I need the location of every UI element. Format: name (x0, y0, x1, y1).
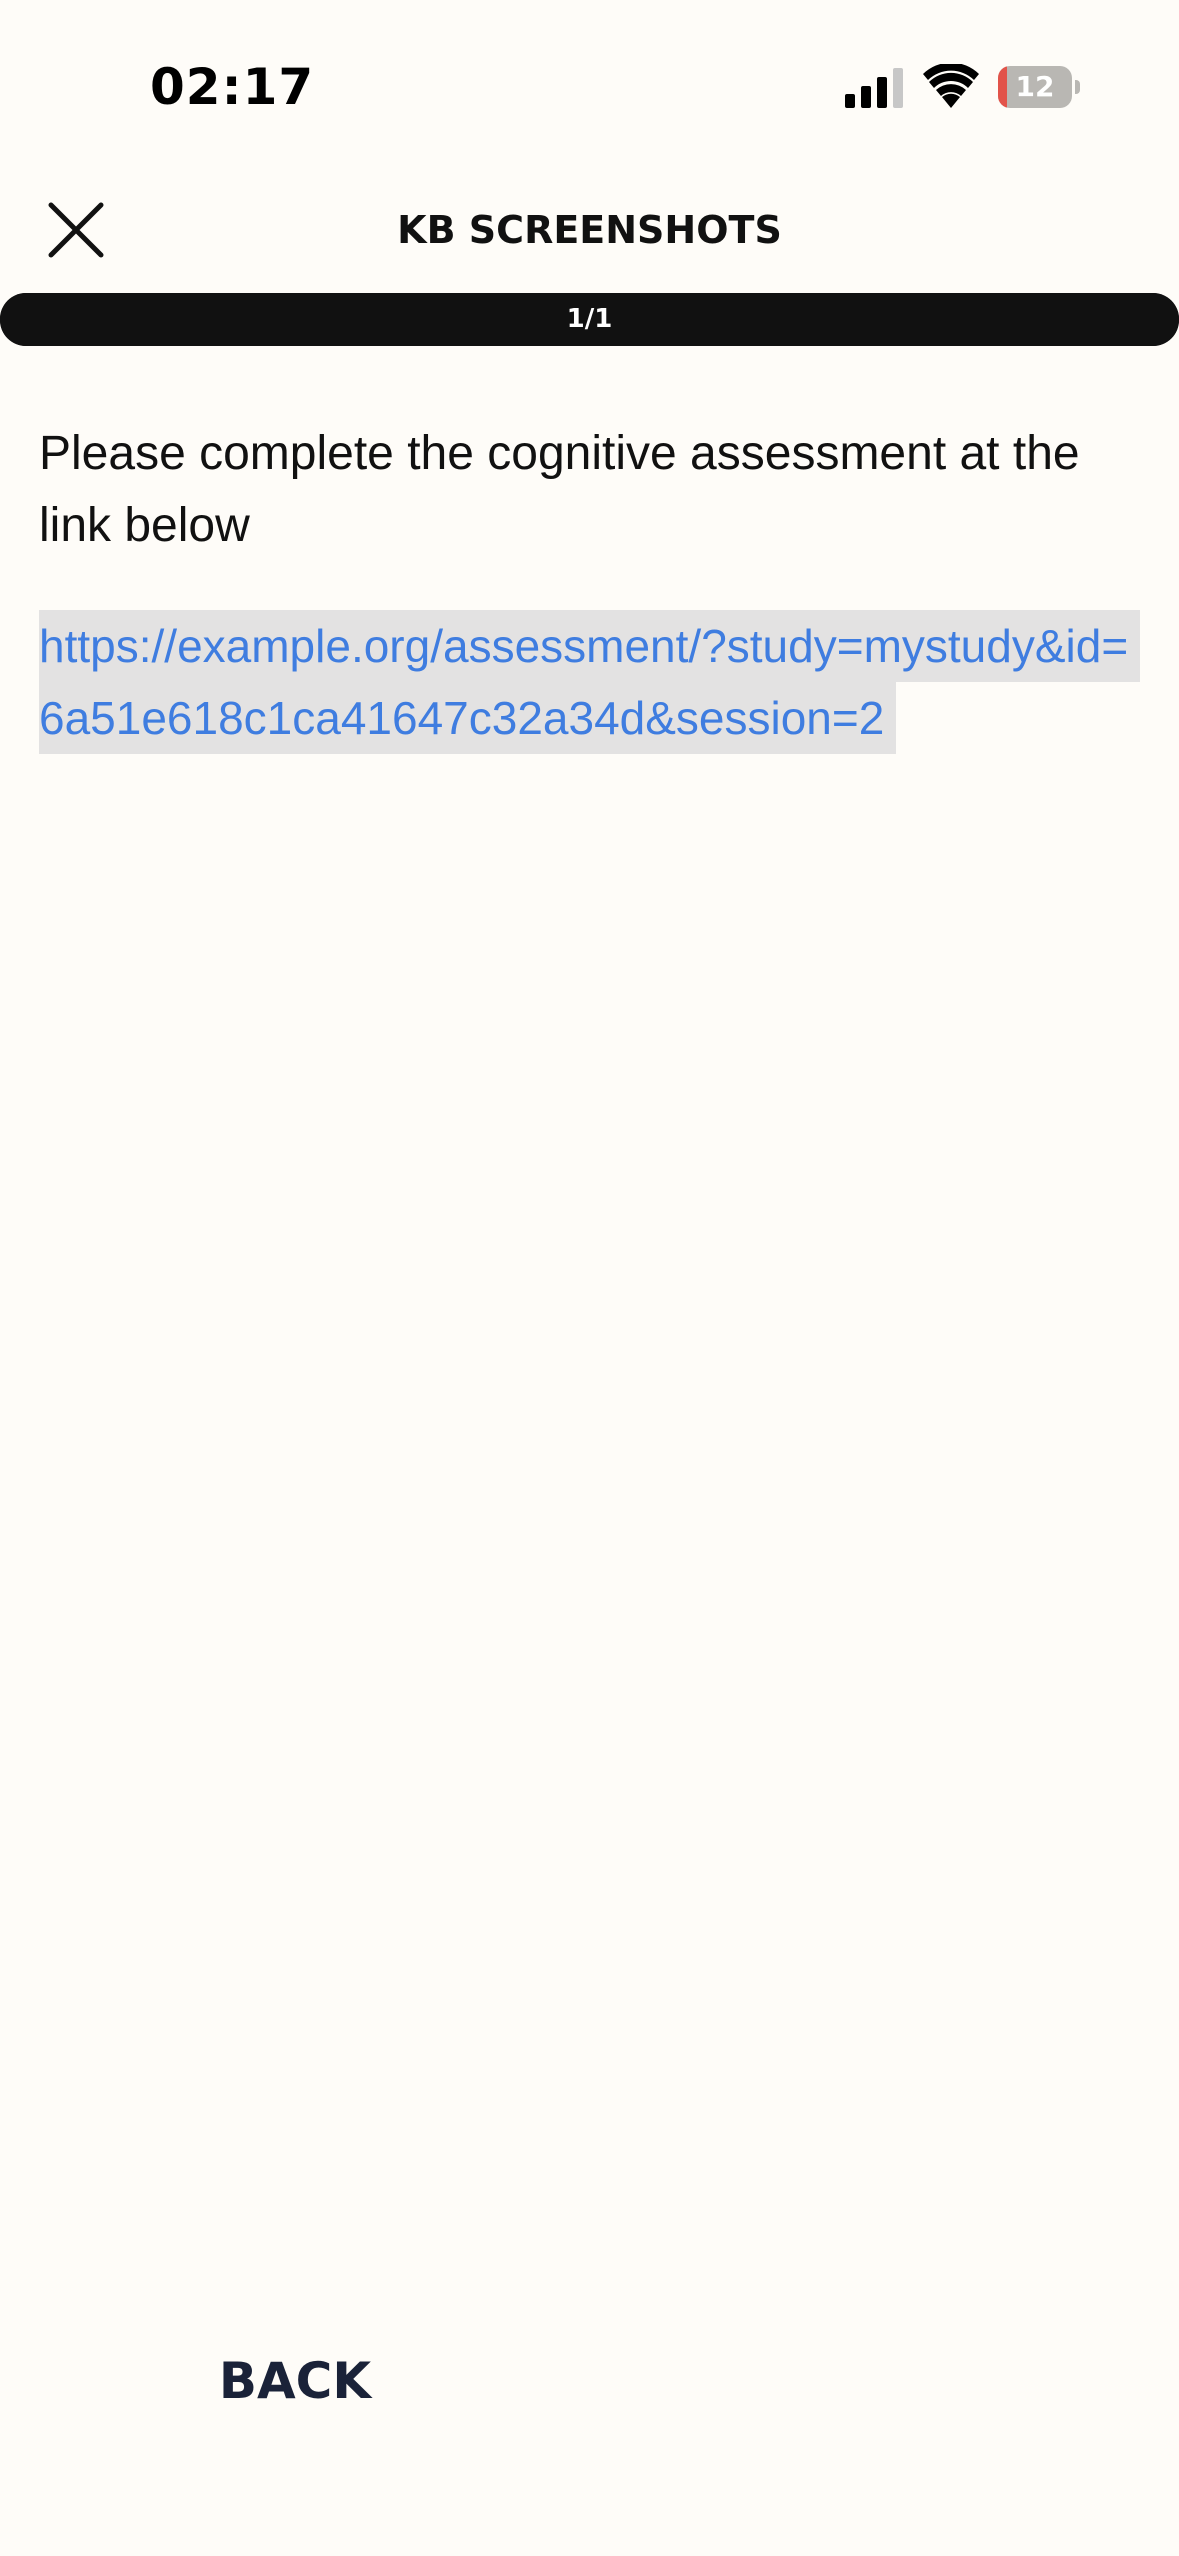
content-area: Please complete the cognitive assessment… (39, 418, 1141, 754)
cellular-signal-icon (845, 68, 903, 108)
instruction-text: Please complete the cognitive assessment… (39, 427, 1080, 552)
page-title: KB SCREENSHOTS (397, 208, 782, 252)
nav-bar: KB SCREENSHOTS (0, 170, 1179, 290)
link-container: https://example.org/assessment/?study=my… (39, 610, 1141, 754)
back-button[interactable]: BACK (170, 2330, 420, 2430)
progress-bar: 1/1 (0, 293, 1179, 346)
close-icon (48, 202, 104, 258)
status-bar: 02:17 12 (0, 0, 1179, 170)
wifi-icon (923, 64, 979, 108)
assessment-link[interactable]: https://example.org/assessment/?study=my… (39, 610, 1141, 754)
battery-icon: 12 (998, 66, 1080, 108)
progress-label: 1/1 (566, 304, 613, 334)
close-button[interactable] (36, 190, 116, 270)
status-time: 02:17 (150, 58, 315, 116)
battery-percent: 12 (1015, 70, 1055, 103)
